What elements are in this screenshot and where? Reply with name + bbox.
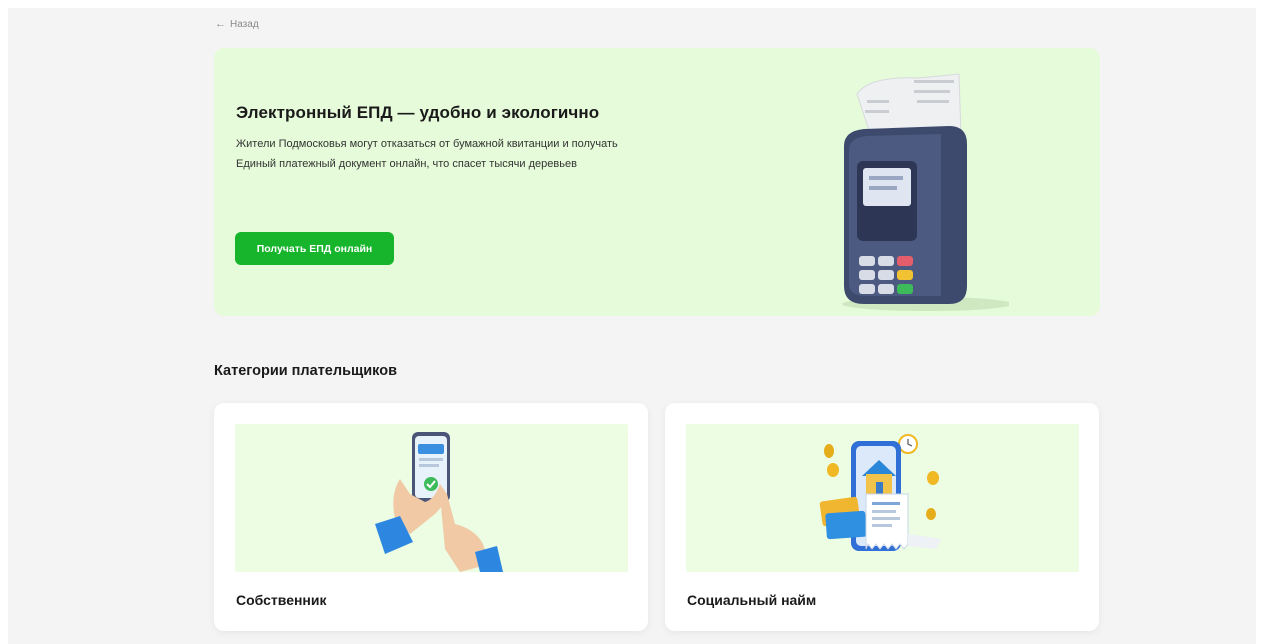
card-illustration [235,424,628,572]
epd-promo-banner: Электронный ЕПД — удобно и экологично Жи… [214,48,1100,316]
phone-house-receipt-icon [819,434,941,551]
back-link[interactable]: ← Назад [215,18,259,31]
card-illustration [686,424,1079,572]
card-title-owner: Собственник [236,592,327,608]
categories-title: Категории плательщиков [214,363,397,379]
back-label: Назад [230,19,259,30]
get-epd-online-button[interactable]: Получать ЕПД онлайн [235,232,394,265]
arrow-left-icon: ← [215,18,226,30]
card-title-social-rent: Социальный найм [687,592,817,608]
payment-terminal-icon [842,73,1009,311]
hand-phone-icon [375,432,503,572]
page: ← Назад Электронный ЕПД — удобно и эколо… [8,8,1256,644]
category-card-owner[interactable]: Собственник [214,403,648,631]
hero-title: Электронный ЕПД — удобно и экологично [236,103,600,122]
category-card-social-rent[interactable]: Социальный найм [665,403,1099,631]
hero-description: Жители Подмосковья могут отказаться от б… [236,138,618,170]
